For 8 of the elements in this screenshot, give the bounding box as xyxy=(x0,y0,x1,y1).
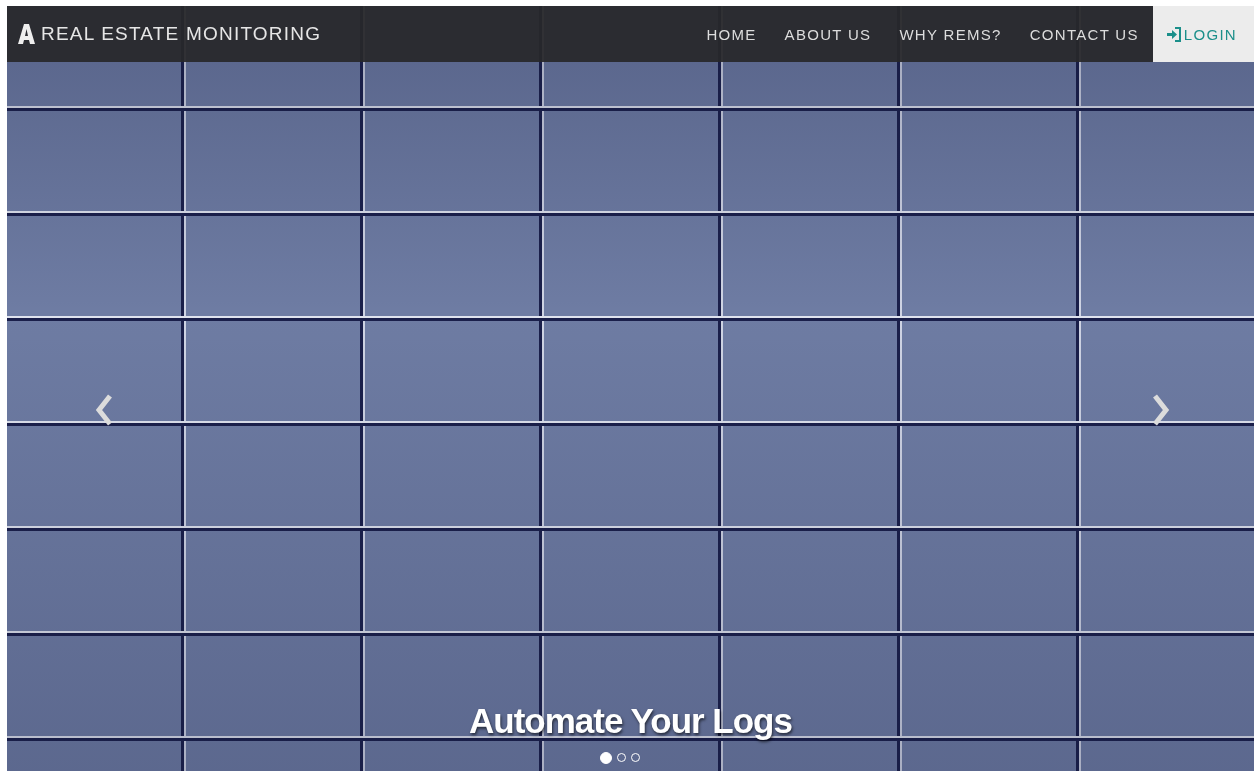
nav-link[interactable]: ABOUT US xyxy=(770,6,886,62)
slide-caption: Automate Your Logs xyxy=(469,701,792,740)
brand-name: REAL ESTATE MONITORING xyxy=(41,23,322,45)
nav-link[interactable]: WHY REMS? xyxy=(885,6,1016,62)
nav-link[interactable]: CONTACT US xyxy=(1015,6,1153,62)
logo-icon xyxy=(18,24,35,44)
nav-link[interactable]: HOME xyxy=(692,6,771,62)
login-icon xyxy=(1166,26,1182,42)
